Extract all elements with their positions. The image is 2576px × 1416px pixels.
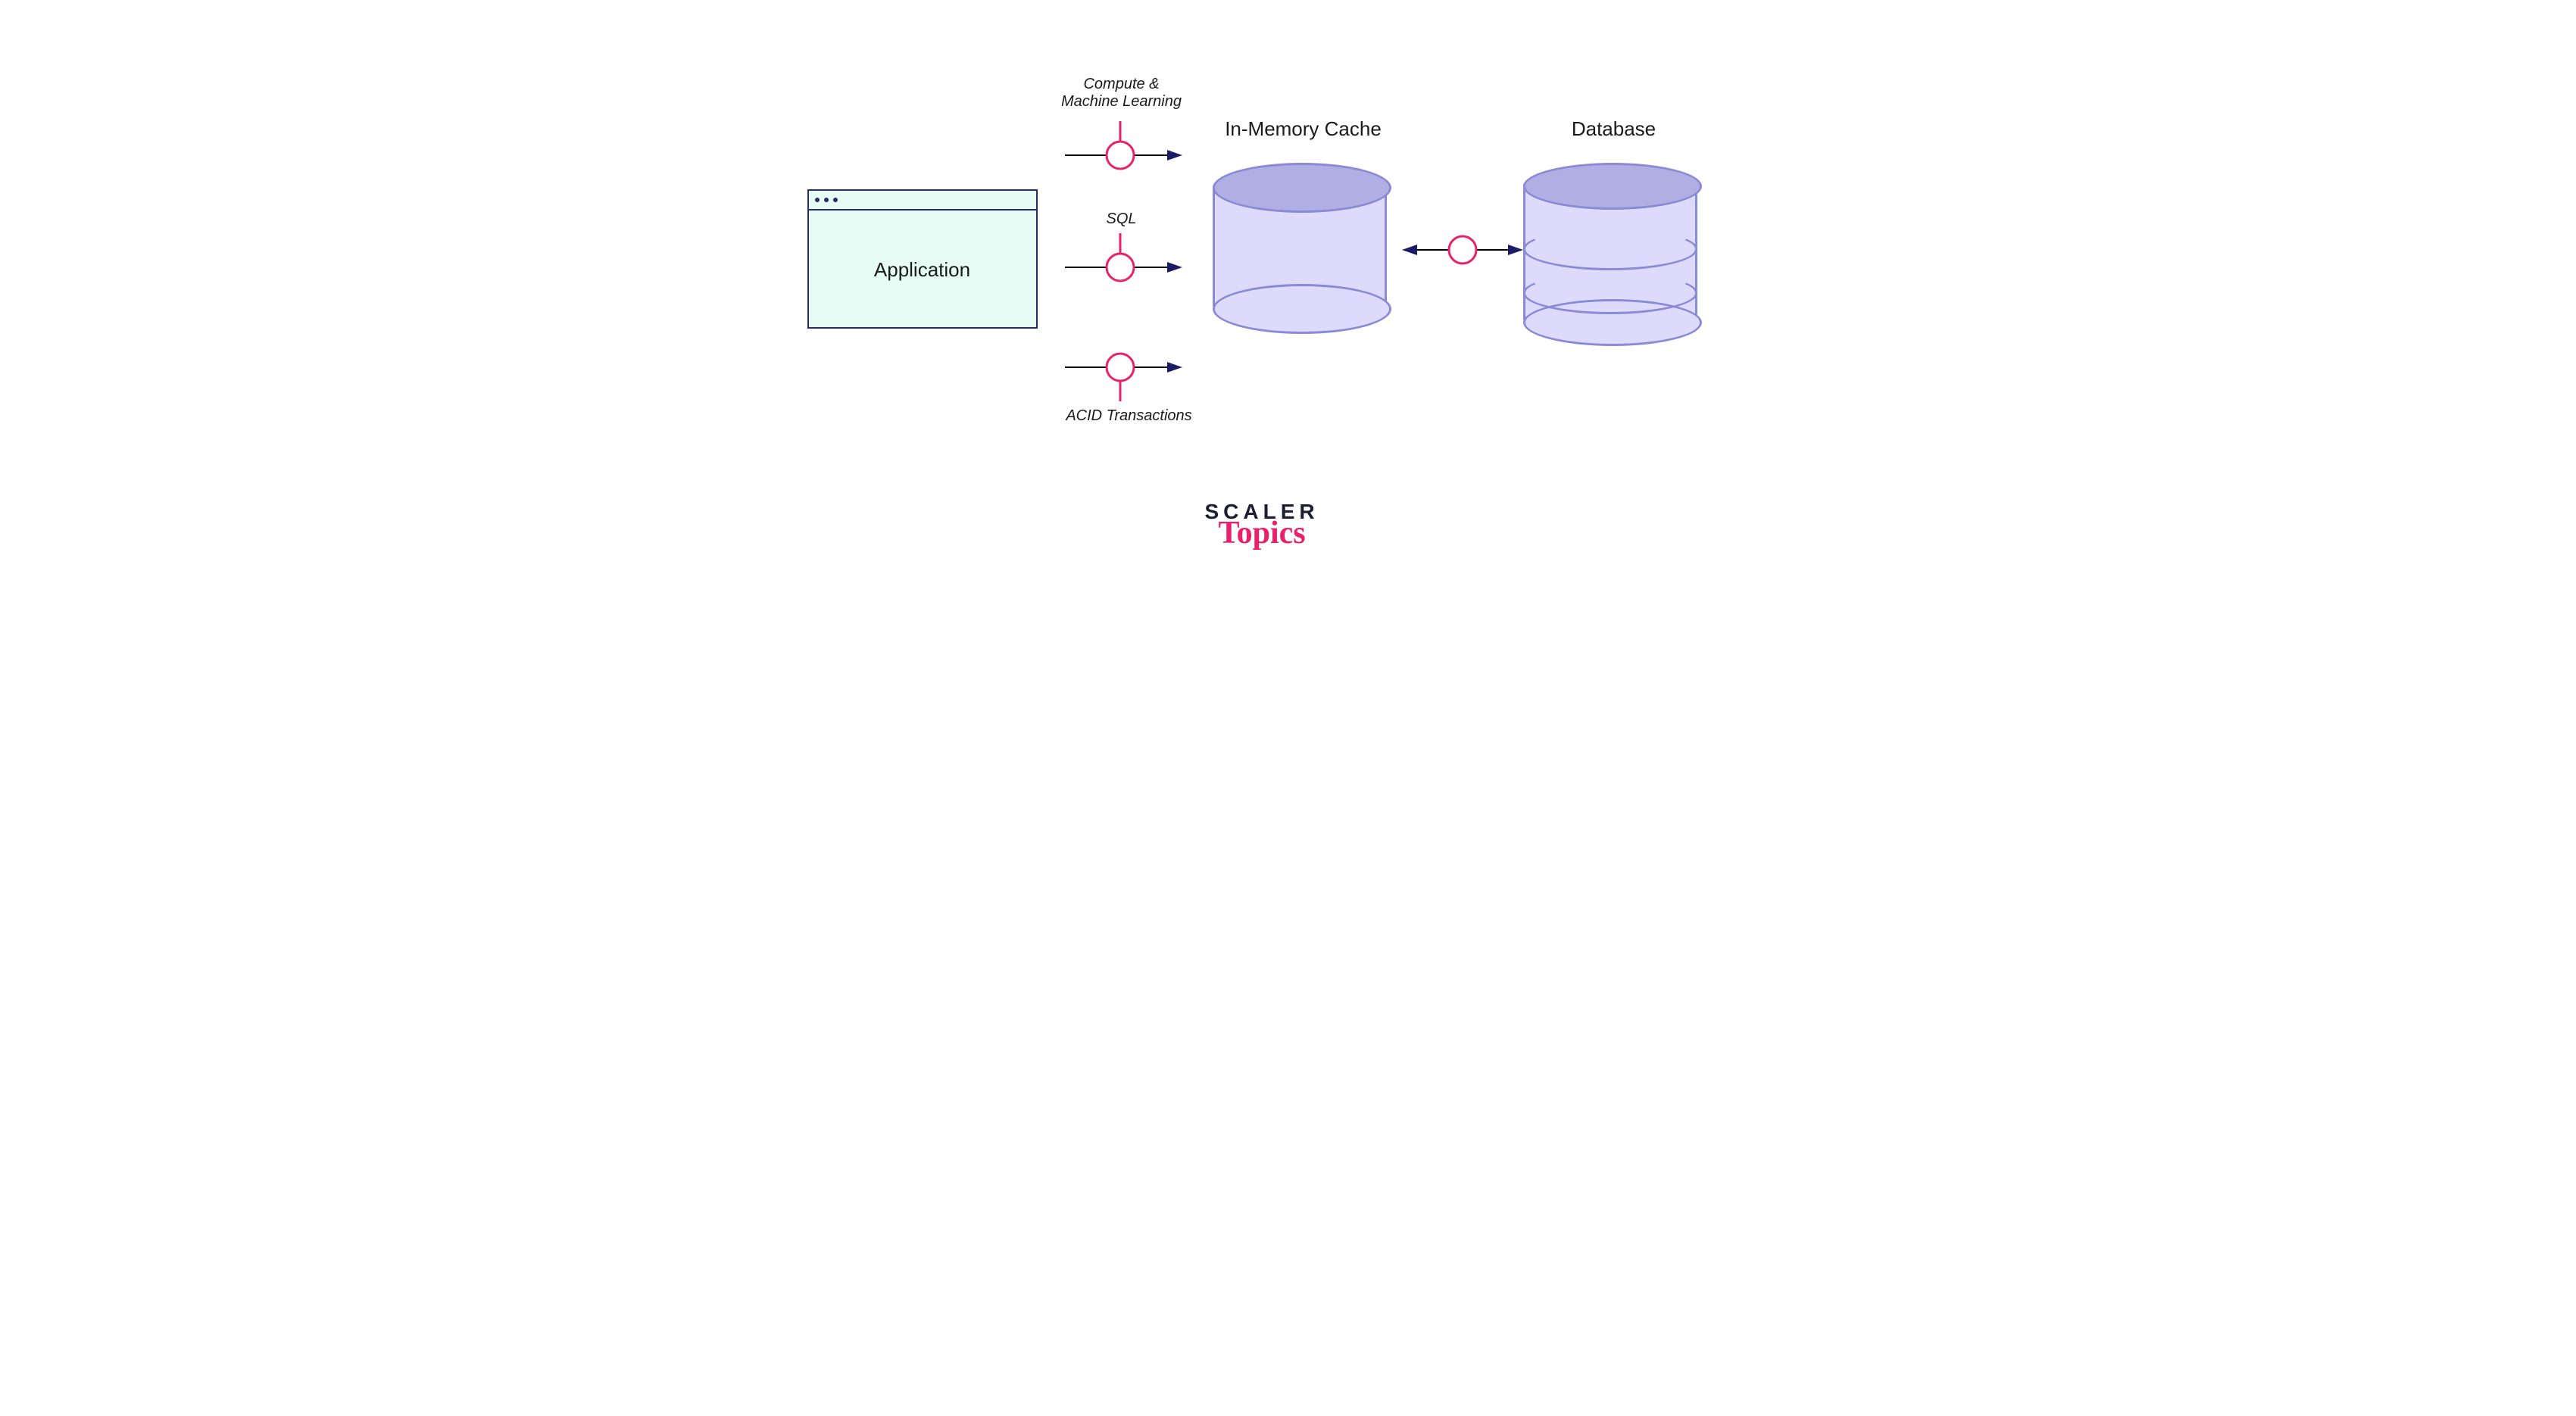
connector-label: Machine Learning xyxy=(1061,93,1182,110)
window-dot-icon xyxy=(824,198,829,202)
application-titlebar xyxy=(809,191,1036,211)
connector-label: ACID Transactions xyxy=(1054,407,1205,425)
connector-label: Compute & xyxy=(1083,76,1159,92)
application-window: Application xyxy=(807,189,1038,329)
arrow-right-icon xyxy=(1061,114,1190,182)
cache-title: In-Memory Cache xyxy=(1205,117,1402,141)
window-dot-icon xyxy=(833,198,838,202)
database-title: Database xyxy=(1516,117,1713,141)
window-dot-icon xyxy=(815,198,820,202)
cache-cylinder-icon xyxy=(1213,163,1387,329)
arrow-right-icon xyxy=(1061,341,1190,409)
connector-cache-db xyxy=(1402,227,1523,276)
database-cylinder-icon xyxy=(1523,163,1697,337)
diagram-canvas: Application In-Memory Cache Database Com… xyxy=(720,0,1856,628)
brand-subtitle: Topics xyxy=(1205,515,1319,551)
arrow-bidirectional-icon xyxy=(1402,227,1523,273)
application-label: Application xyxy=(809,211,1036,329)
brand-logo: SCALER Topics xyxy=(1205,500,1319,551)
arrow-right-icon xyxy=(1061,226,1190,294)
